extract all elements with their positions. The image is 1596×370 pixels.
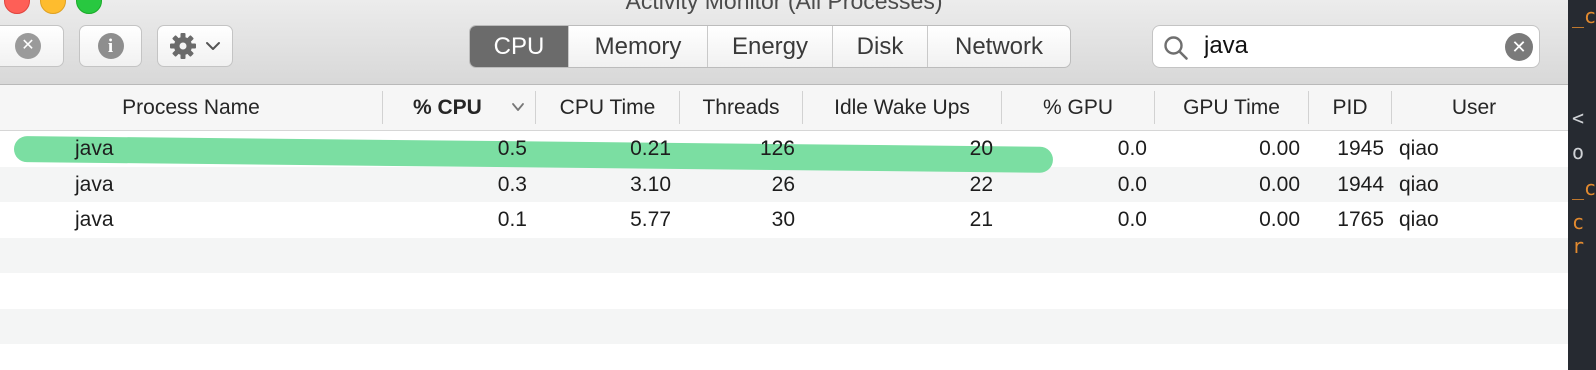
- tab-cpu[interactable]: CPU: [470, 26, 568, 67]
- empty-row: [0, 344, 1568, 370]
- column-header-idle-wake-ups[interactable]: Idle Wake Ups: [803, 85, 1001, 130]
- column-header-pid[interactable]: PID: [1309, 85, 1391, 130]
- gpu-cell: 0.0: [1117, 208, 1147, 231]
- search-field[interactable]: ✕: [1152, 25, 1540, 68]
- column-header-gpu[interactable]: % GPU: [1002, 85, 1154, 130]
- background-editor-window: _c < o _c c r: [1568, 0, 1596, 370]
- empty-row: [0, 273, 1568, 309]
- tab-disk[interactable]: Disk: [832, 26, 927, 67]
- view-tabs: CPU Memory Energy Disk Network: [469, 25, 1071, 68]
- gpu-time-cell: 0.00: [1259, 137, 1300, 160]
- empty-row: [0, 308, 1568, 344]
- cpu-time-cell: 3.10: [630, 172, 671, 196]
- cpu-cell: 0.1: [497, 208, 527, 231]
- column-header-threads[interactable]: Threads: [680, 85, 802, 130]
- table-row[interactable]: java 0.1 5.77 30 21 0.0 0.00 1765 qiao: [0, 202, 1568, 238]
- threads-cell: 26: [771, 172, 795, 196]
- clear-search-icon[interactable]: ✕: [1505, 33, 1533, 61]
- tab-memory[interactable]: Memory: [568, 26, 707, 67]
- table-row[interactable]: java 0.3 3.10 26 22 0.0 0.00 1944 qiao: [0, 166, 1568, 202]
- search-icon: [1164, 36, 1188, 60]
- tab-network[interactable]: Network: [927, 26, 1070, 67]
- editor-code-fragment: <: [1572, 106, 1585, 130]
- threads-cell: 30: [771, 208, 795, 231]
- actions-menu-button[interactable]: [157, 25, 233, 67]
- pid-cell: 1944: [1337, 172, 1384, 196]
- toolbar: Activity Monitor (All Processes) ✕ i CPU…: [0, 0, 1568, 85]
- gpu-time-cell: 0.00: [1259, 172, 1300, 196]
- gpu-time-cell: 0.00: [1259, 208, 1300, 231]
- process-name-cell: java: [75, 208, 114, 231]
- process-name-cell: java: [75, 172, 114, 196]
- stop-process-button[interactable]: ✕: [0, 25, 64, 67]
- sort-descending-icon: [512, 103, 524, 111]
- inspect-process-button[interactable]: i: [79, 25, 142, 67]
- column-header-gpu-time[interactable]: GPU Time: [1155, 85, 1308, 130]
- column-header-process-name[interactable]: Process Name: [0, 85, 382, 130]
- window-title: Activity Monitor (All Processes): [625, 0, 943, 14]
- editor-code-fragment: _c: [1572, 176, 1596, 200]
- activity-monitor-window: Activity Monitor (All Processes) ✕ i CPU…: [0, 0, 1568, 370]
- cpu-time-cell: 5.77: [630, 208, 671, 231]
- info-circle-icon: i: [97, 33, 124, 59]
- empty-row: [0, 237, 1568, 273]
- user-cell: qiao: [1399, 208, 1439, 231]
- tab-energy[interactable]: Energy: [707, 26, 832, 67]
- chevron-down-icon: [206, 42, 220, 50]
- editor-code-fragment: _c: [1572, 4, 1596, 28]
- idle-wake-ups-cell: 21: [969, 208, 993, 231]
- column-header-cpu-time[interactable]: CPU Time: [536, 85, 679, 130]
- search-input[interactable]: [1204, 30, 1494, 62]
- table-header: Process Name % CPU CPU Time Threads Idle…: [0, 85, 1568, 131]
- gear-icon: [170, 33, 196, 59]
- editor-code-fragment: c r: [1572, 210, 1585, 258]
- user-cell: qiao: [1399, 137, 1439, 160]
- cpu-cell: 0.3: [497, 172, 527, 196]
- pid-cell: 1945: [1337, 137, 1384, 160]
- column-header-user[interactable]: User: [1392, 85, 1556, 130]
- pid-cell: 1765: [1337, 208, 1384, 231]
- editor-code-fragment: o: [1572, 140, 1585, 164]
- x-circle-icon: ✕: [15, 33, 41, 59]
- user-cell: qiao: [1399, 172, 1439, 196]
